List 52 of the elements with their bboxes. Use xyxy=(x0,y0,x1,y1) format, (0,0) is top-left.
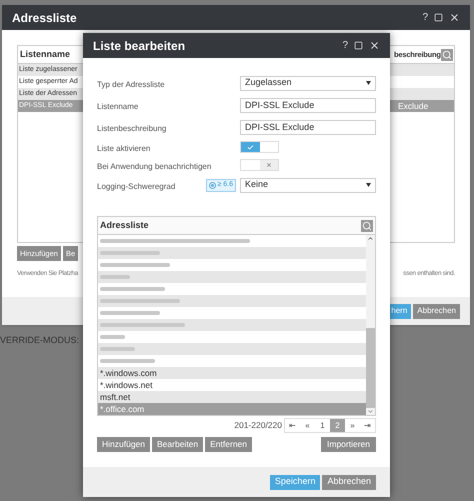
close-icon[interactable] xyxy=(449,12,460,23)
field-label: Typ der Adressliste xyxy=(97,80,165,89)
list-row[interactable] xyxy=(98,343,366,355)
input-field[interactable]: DPI-SSL Exclude xyxy=(240,120,376,134)
table-cell: *.office.com xyxy=(100,402,144,416)
list-row[interactable] xyxy=(98,295,366,307)
scroll-thumb[interactable] xyxy=(366,328,375,408)
table-cell: Exclude xyxy=(398,100,428,112)
help-button[interactable]: ? xyxy=(422,12,428,22)
window-title: Liste bearbeiten xyxy=(93,38,186,54)
field-label: Logging-Schweregrad xyxy=(97,182,176,191)
list-row[interactable] xyxy=(98,247,366,259)
input-field[interactable]: DPI-SSL Exclude xyxy=(240,98,376,112)
blurred-text xyxy=(100,311,160,315)
list-row[interactable]: msft.net xyxy=(98,391,366,403)
check-icon xyxy=(246,144,254,150)
table-cell: msft.net xyxy=(100,390,130,404)
field-label: Listenbeschreibung xyxy=(97,124,166,133)
dropdown[interactable]: Zugelassen xyxy=(240,76,376,90)
maximize-icon[interactable] xyxy=(434,13,443,22)
close-icon[interactable] xyxy=(369,40,380,51)
list-row[interactable] xyxy=(98,319,366,331)
search-icon[interactable] xyxy=(361,220,373,232)
field-label: Bei Anwendung benachrichtigen xyxy=(97,162,212,171)
arrow-up-icon[interactable] xyxy=(367,235,374,242)
page-range: 201-220/220 xyxy=(234,419,282,432)
list-row[interactable] xyxy=(98,271,366,283)
column-header: Listenname xyxy=(19,48,72,61)
dropdown[interactable]: Keine xyxy=(240,178,376,192)
column-header: Adressliste xyxy=(99,218,149,232)
table-cell: *.windows.net xyxy=(100,378,152,392)
arrow-down-icon[interactable] xyxy=(367,408,374,415)
x-icon xyxy=(266,162,272,168)
blurred-text xyxy=(100,287,165,291)
section-label: VERRIDE-MODUS: xyxy=(0,334,80,347)
e-circle-icon xyxy=(209,182,216,188)
maximize-icon[interactable] xyxy=(354,41,363,50)
blurred-text xyxy=(100,359,155,363)
window-title: Adressliste xyxy=(12,10,77,26)
blurred-text xyxy=(100,263,170,267)
table-cell: *.windows.com xyxy=(100,366,157,380)
caret-icon xyxy=(366,81,371,85)
help-button[interactable]: ? xyxy=(342,40,348,50)
list-row[interactable]: *.windows.com xyxy=(98,367,366,379)
search-icon[interactable] xyxy=(441,48,453,60)
caret-icon xyxy=(366,183,371,187)
toggle-switch[interactable] xyxy=(240,159,279,171)
blurred-text xyxy=(100,335,125,339)
field-label: Listenname xyxy=(97,102,138,111)
scrollbar[interactable] xyxy=(366,235,375,415)
field-label: Liste aktivieren xyxy=(97,144,150,153)
toggle-switch[interactable] xyxy=(240,141,279,153)
